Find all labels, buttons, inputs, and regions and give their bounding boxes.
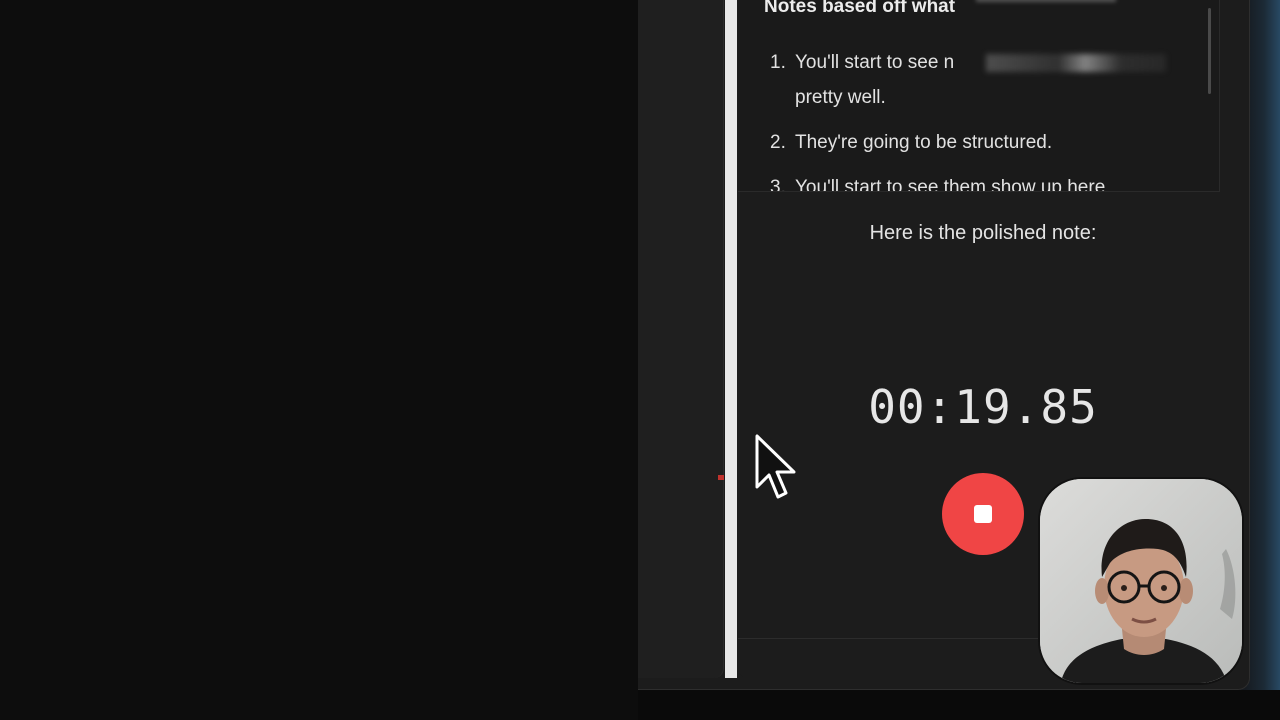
notes-card[interactable]: Notes based off what 1. You'll start to s… — [738, 0, 1220, 192]
list-item-number: 1. — [770, 52, 786, 73]
list-item-number: 3. — [770, 177, 786, 192]
stop-icon — [974, 505, 992, 523]
list-item: 3. You'll start to see them show up here — [770, 170, 1106, 192]
status-text: Here is the polished note: — [869, 222, 1097, 244]
webcam-overlay — [1038, 477, 1244, 685]
panel-resize-handle[interactable] — [725, 0, 737, 678]
list-item-line: They're going to be structured. — [795, 132, 1053, 153]
desktop-bottom-strip — [638, 690, 1280, 720]
list-item-number: 2. — [770, 132, 786, 153]
list-item-line: pretty well. — [795, 87, 886, 108]
presenter-video — [1040, 479, 1242, 683]
side-panel[interactable] — [638, 0, 724, 678]
list-item: 2. They're going to be structured. — [770, 125, 1052, 160]
recording-indicator — [718, 475, 724, 480]
stop-recording-button[interactable] — [942, 473, 1024, 555]
screen: Notes based off what 1. You'll start to s… — [0, 0, 1280, 720]
list-item-line: You'll start to see n — [795, 52, 955, 73]
empty-desktop-area — [0, 0, 638, 720]
list-item-text: You'll start to see n pretty well. — [795, 45, 954, 115]
notes-heading: Notes based off what — [764, 0, 956, 17]
blurred-heading-text — [976, 0, 1116, 2]
mouse-pointer-icon — [755, 434, 796, 499]
list-item: 1. You'll start to see n pretty well. — [770, 45, 954, 115]
recording-timer: 00:19.85 — [868, 380, 1098, 434]
notes-scrollbar[interactable] — [1208, 8, 1211, 94]
blurred-text — [986, 54, 1166, 72]
list-item-line: You'll start to see them show up here — [795, 177, 1106, 192]
